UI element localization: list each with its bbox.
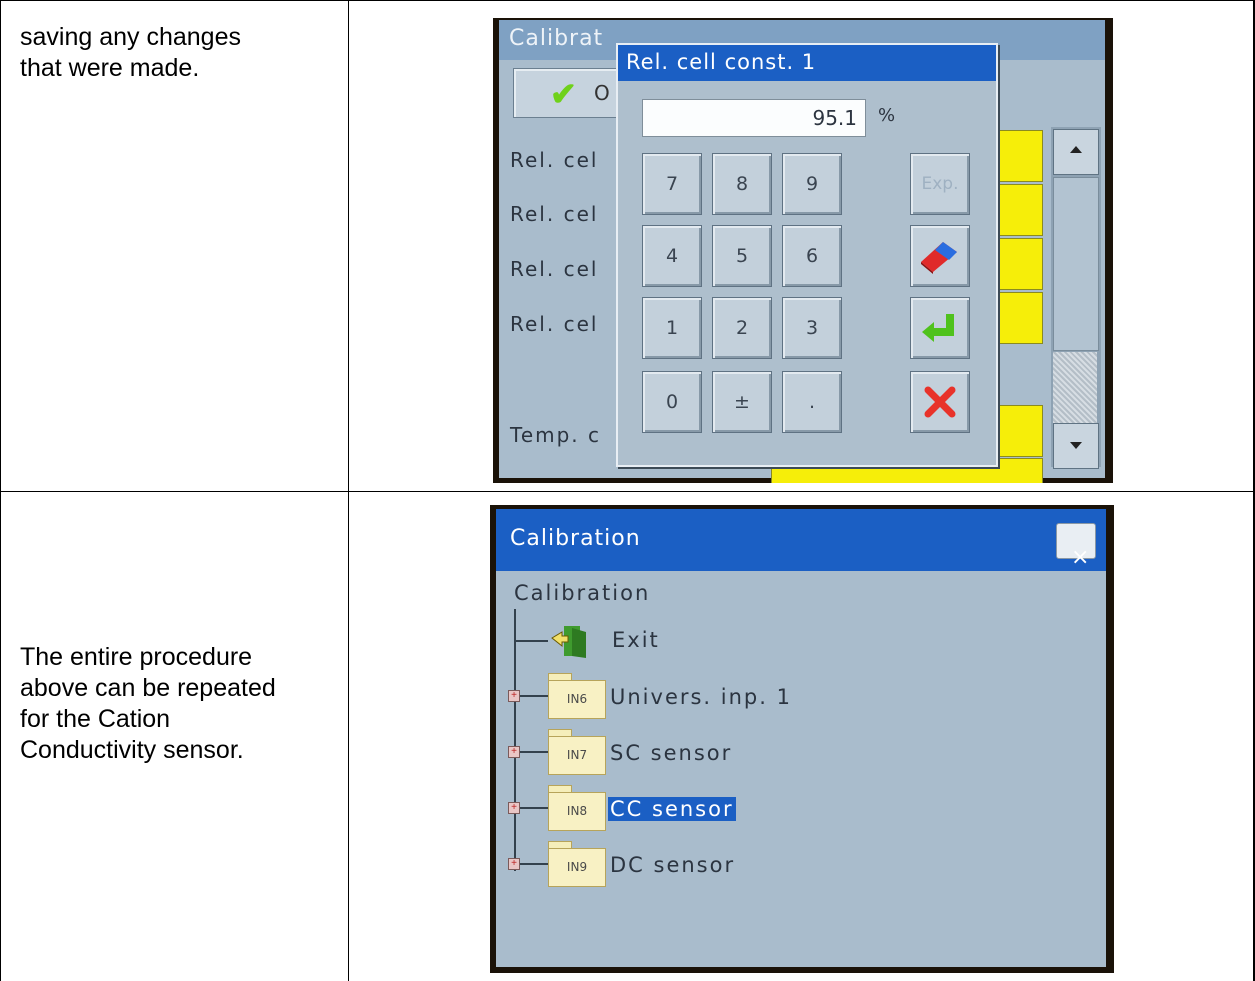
cancel-x-icon [924,386,956,418]
eraser-icon [921,242,957,274]
calibration-panel: Calibrat ✔ O Rel. cel Rel. cel Rel. cel … [499,20,1105,483]
clear-button[interactable] [910,225,970,287]
folder-icon: IN9 [548,841,606,887]
exp-button[interactable]: Exp. [910,153,970,215]
list-item[interactable]: Rel. cel [510,148,598,172]
folder-code: IN7 [548,736,606,775]
unit-label: % [878,105,896,126]
expand-icon[interactable]: + [508,802,520,814]
scroll-down-button[interactable] [1053,423,1099,469]
calibration-panel: Calibration × Calibration Exit + IN6 Uni… [496,509,1106,967]
tree-connector [520,863,548,865]
window-title: Calibrat [509,26,604,51]
tree-root-label: Calibration [514,581,651,605]
exit-door-icon[interactable] [550,624,590,660]
tree-item[interactable]: SC sensor [610,741,732,765]
folder-code: IN9 [548,848,606,887]
exit-item[interactable]: Exit [612,628,660,652]
folder-icon: IN6 [548,673,606,719]
window-title-bar: Calibration × [496,509,1106,571]
dialog-title: Rel. cell const. 1 [626,50,817,74]
dialog-title-bar: Rel. cell const. 1 [618,45,996,81]
arrow-down-icon [1070,442,1082,449]
description-line: Conductivity sensor. [20,736,244,764]
tree-connector [514,609,516,871]
folder-code: IN6 [548,680,606,719]
key-plus-minus[interactable]: ± [712,371,772,433]
key-4[interactable]: 4 [642,225,702,287]
folder-icon: IN7 [548,729,606,775]
key-6[interactable]: 6 [782,225,842,287]
tree-connector [520,695,548,697]
close-icon: × [1071,545,1091,570]
folder-icon: IN8 [548,785,606,831]
ok-button-label: O [594,81,610,105]
key-7[interactable]: 7 [642,153,702,215]
document-table: saving any changes that were made. The e… [0,0,1255,981]
expand-icon[interactable]: + [508,858,520,870]
close-button[interactable]: × [1056,523,1096,570]
key-5[interactable]: 5 [712,225,772,287]
checkmark-icon: ✔ [550,76,577,112]
scroll-up-button[interactable] [1053,129,1099,175]
window-title: Calibration [510,526,641,551]
key-3[interactable]: 3 [782,297,842,359]
key-8[interactable]: 8 [712,153,772,215]
expand-icon[interactable]: + [508,746,520,758]
value-input-text: 95.1 [812,106,857,130]
value-input[interactable]: 95.1 [642,99,866,137]
list-item[interactable]: Rel. cel [510,257,598,281]
tree-item-selected[interactable]: CC sensor [608,797,736,821]
row1-description: saving any changes that were made. [20,22,241,84]
keypad-screenshot: Calibrat ✔ O Rel. cel Rel. cel Rel. cel … [493,18,1113,483]
cancel-button[interactable] [910,371,970,433]
list-item[interactable]: Rel. cel [510,312,598,336]
key-0[interactable]: 0 [642,371,702,433]
tree-connector [520,807,548,809]
enter-button[interactable] [910,297,970,359]
key-1[interactable]: 1 [642,297,702,359]
expand-icon[interactable]: + [508,690,520,702]
key-decimal[interactable]: . [782,371,842,433]
description-line: saving any changes [20,23,241,51]
calibration-menu-screenshot: Calibration × Calibration Exit + IN6 Uni… [490,505,1114,973]
description-line: for the Cation [20,705,171,733]
row2-description: The entire procedure above can be repeat… [20,642,276,766]
tree-item[interactable]: Univers. inp. 1 [610,685,792,709]
scrollbar-thumb[interactable] [1053,352,1097,432]
numeric-keypad-dialog: Rel. cell const. 1 95.1 % 7 8 9 4 5 6 1 … [616,43,998,467]
description-line: that were made. [20,54,200,82]
table-border-top [0,0,1255,1]
key-9[interactable]: 9 [782,153,842,215]
tree-connector [520,751,548,753]
description-line: The entire procedure [20,643,253,671]
table-row-divider [0,491,1255,492]
enter-icon [922,314,954,342]
description-line: above can be repeated [20,674,276,702]
scrollbar[interactable] [1051,127,1101,469]
scrollbar-track[interactable] [1053,177,1099,351]
list-item[interactable]: Rel. cel [510,202,598,226]
arrow-up-icon [1070,146,1082,153]
list-item[interactable]: Temp. c [510,423,601,447]
key-2[interactable]: 2 [712,297,772,359]
tree-item[interactable]: DC sensor [610,853,735,877]
tree-connector [514,640,548,642]
folder-code: IN8 [548,792,606,831]
